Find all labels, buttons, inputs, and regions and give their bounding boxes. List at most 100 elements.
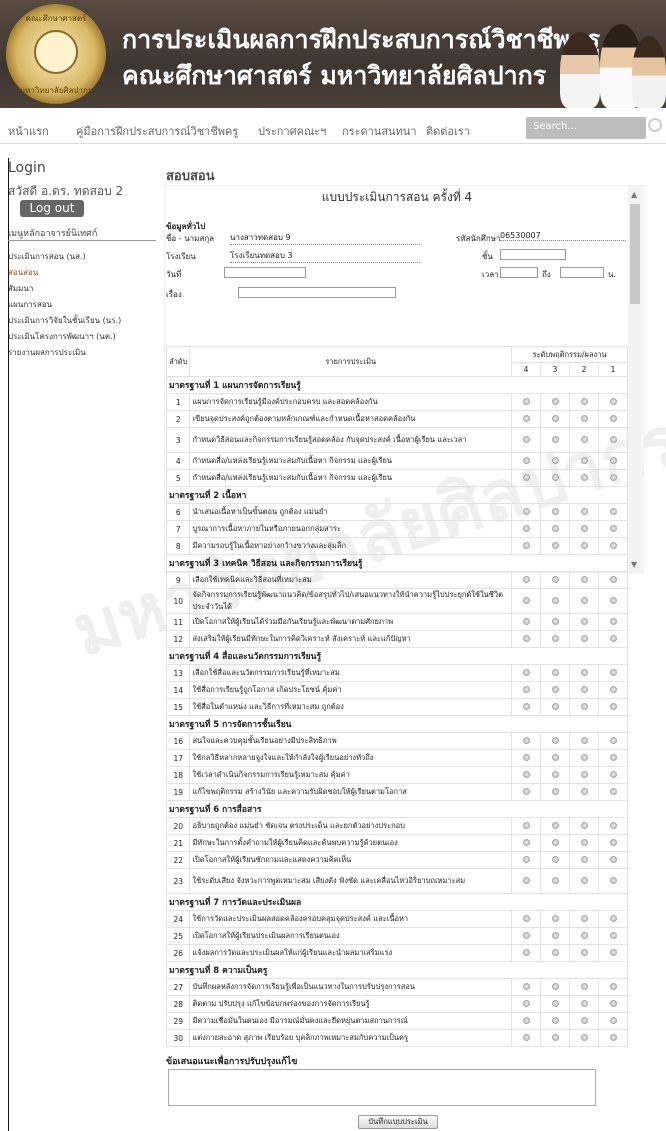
rating-radio[interactable] (609, 931, 617, 939)
rating-radio[interactable] (551, 685, 559, 693)
rating-radio[interactable] (522, 999, 530, 1007)
rating-radio[interactable] (609, 787, 617, 795)
rating-radio[interactable] (551, 414, 559, 422)
rating-radio[interactable] (580, 1016, 588, 1024)
rating-radio[interactable] (580, 397, 588, 405)
logout-button[interactable]: Log out (20, 200, 84, 217)
rating-radio[interactable] (551, 914, 559, 922)
rating-radio[interactable] (522, 876, 530, 884)
rating-radio[interactable] (551, 634, 559, 642)
suggestion-textarea[interactable] (168, 1069, 596, 1106)
sidebar-item-teaching-eval[interactable]: ประเมินการสอน (นส.) (8, 250, 160, 263)
rating-radio[interactable] (580, 753, 588, 761)
rating-radio[interactable] (551, 596, 559, 604)
rating-radio[interactable] (609, 456, 617, 464)
rating-radio[interactable] (580, 702, 588, 710)
rating-radio[interactable] (551, 736, 559, 744)
rating-radio[interactable] (522, 821, 530, 829)
rating-radio[interactable] (522, 1016, 530, 1024)
rating-radio[interactable] (522, 617, 530, 625)
rating-radio[interactable] (522, 414, 530, 422)
rating-radio[interactable] (609, 524, 617, 532)
search-input[interactable]: Search... (526, 117, 646, 139)
rating-radio[interactable] (522, 838, 530, 846)
rating-radio[interactable] (551, 787, 559, 795)
search-icon[interactable] (648, 118, 662, 132)
rating-radio[interactable] (580, 596, 588, 604)
scroll-thumb[interactable] (630, 204, 640, 304)
rating-radio[interactable] (522, 914, 530, 922)
rating-radio[interactable] (580, 414, 588, 422)
rating-radio[interactable] (580, 787, 588, 795)
rating-radio[interactable] (522, 575, 530, 583)
rating-radio[interactable] (609, 753, 617, 761)
rating-radio[interactable] (551, 931, 559, 939)
rating-radio[interactable] (580, 838, 588, 846)
rating-radio[interactable] (551, 702, 559, 710)
rating-radio[interactable] (580, 770, 588, 778)
rating-radio[interactable] (522, 855, 530, 863)
rating-radio[interactable] (580, 456, 588, 464)
rating-radio[interactable] (609, 1016, 617, 1024)
rating-radio[interactable] (580, 668, 588, 676)
sidebar-item-exam-teaching[interactable]: สอนสอน (8, 266, 160, 279)
rating-radio[interactable] (580, 876, 588, 884)
rating-radio[interactable] (551, 838, 559, 846)
rating-radio[interactable] (580, 575, 588, 583)
rating-radio[interactable] (609, 821, 617, 829)
rating-radio[interactable] (580, 855, 588, 863)
rating-radio[interactable] (609, 575, 617, 583)
nav-announcements[interactable]: ประกาศคณะฯ (258, 122, 326, 140)
rating-radio[interactable] (609, 685, 617, 693)
rating-radio[interactable] (580, 736, 588, 744)
rating-radio[interactable] (580, 507, 588, 515)
rating-radio[interactable] (580, 821, 588, 829)
rating-radio[interactable] (522, 931, 530, 939)
rating-radio[interactable] (551, 668, 559, 676)
sidebar-item-report[interactable]: รายงานผลการประเมิน (8, 346, 160, 359)
nav-manual[interactable]: คู่มือการฝึกประสบการณ์วิชาชีพครู (76, 122, 238, 140)
rating-radio[interactable] (522, 456, 530, 464)
rating-radio[interactable] (551, 821, 559, 829)
rating-radio[interactable] (580, 914, 588, 922)
rating-radio[interactable] (609, 473, 617, 481)
rating-radio[interactable] (551, 617, 559, 625)
scroll-up-icon[interactable]: ▲ (631, 190, 637, 199)
rating-radio[interactable] (580, 982, 588, 990)
time-start-field[interactable] (500, 267, 538, 278)
topic-field[interactable] (238, 287, 396, 298)
rating-radio[interactable] (551, 1033, 559, 1041)
rating-radio[interactable] (609, 770, 617, 778)
sidebar-item-lesson-plan[interactable]: แผนการสอน (8, 298, 160, 311)
rating-radio[interactable] (522, 435, 530, 443)
rating-radio[interactable] (580, 541, 588, 549)
rating-radio[interactable] (580, 999, 588, 1007)
rating-radio[interactable] (522, 753, 530, 761)
date-field[interactable] (224, 267, 306, 278)
rating-radio[interactable] (551, 855, 559, 863)
sidebar-item-seminar[interactable]: สัมมนา (8, 282, 160, 295)
rating-radio[interactable] (551, 456, 559, 464)
rating-radio[interactable] (551, 575, 559, 583)
rating-radio[interactable] (609, 982, 617, 990)
rating-radio[interactable] (609, 634, 617, 642)
rating-radio[interactable] (609, 702, 617, 710)
rating-radio[interactable] (580, 948, 588, 956)
rating-radio[interactable] (609, 435, 617, 443)
rating-radio[interactable] (522, 982, 530, 990)
rating-radio[interactable] (580, 1033, 588, 1041)
rating-radio[interactable] (609, 397, 617, 405)
rating-radio[interactable] (609, 855, 617, 863)
rating-radio[interactable] (551, 473, 559, 481)
rating-radio[interactable] (609, 541, 617, 549)
rating-radio[interactable] (609, 999, 617, 1007)
rating-radio[interactable] (580, 931, 588, 939)
rating-radio[interactable] (551, 876, 559, 884)
rating-radio[interactable] (522, 397, 530, 405)
scroll-down-icon[interactable]: ▼ (631, 560, 637, 569)
rating-radio[interactable] (609, 1033, 617, 1041)
rating-radio[interactable] (609, 736, 617, 744)
rating-radio[interactable] (551, 999, 559, 1007)
rating-radio[interactable] (551, 753, 559, 761)
save-evaluation-button[interactable]: บันทึกแบบประเมิน (358, 1115, 438, 1129)
